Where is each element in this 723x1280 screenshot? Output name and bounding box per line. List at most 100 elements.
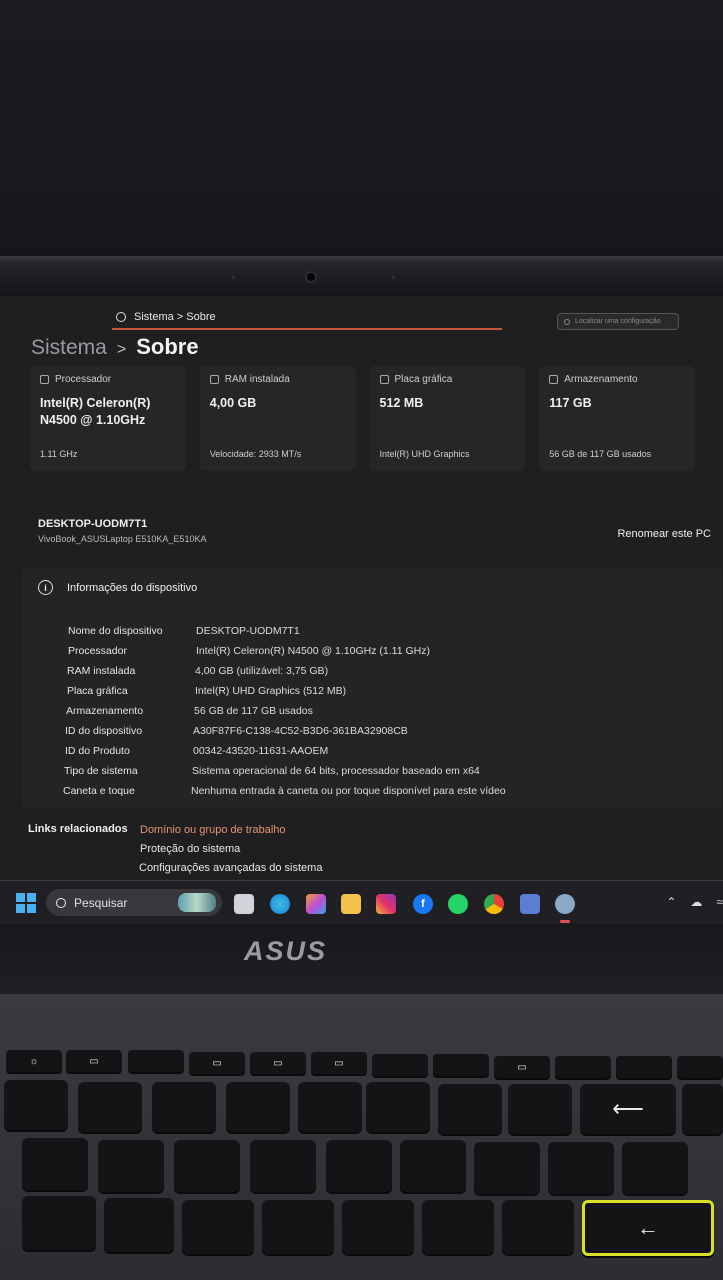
spec-value: 4,00 GB (utilizável: 3,75 GB) <box>195 665 329 677</box>
key-p <box>400 1140 466 1192</box>
spec-value: Sistema operacional de 64 bits, processa… <box>192 765 480 777</box>
key-h <box>104 1198 174 1252</box>
settings-window: Sistema > Sobre Localizar uma configuraç… <box>0 296 723 886</box>
search-icon <box>116 312 126 322</box>
spec-label: Placa gráfica <box>67 685 128 697</box>
breadcrumb-parent[interactable]: Sistema <box>31 336 107 360</box>
key-prtsc: ▭ <box>494 1056 550 1078</box>
key-i <box>250 1140 316 1192</box>
spec-row: Tipo de sistema Sistema operacional de 64… <box>62 761 506 781</box>
screen-bezel <box>0 256 723 296</box>
key-u <box>174 1140 240 1192</box>
device-info-panel: i Informações do dispositivo Nome do dis… <box>22 568 722 808</box>
key-f9: ▭ <box>250 1052 306 1074</box>
key-plus <box>682 1084 723 1134</box>
card-footer: Velocidade: 2933 MT/s <box>209 449 302 459</box>
asus-logo: ASUS <box>244 936 328 966</box>
spec-label: ID do Produto <box>65 745 130 757</box>
settings-search-input[interactable]: Sistema > Sobre <box>112 306 502 330</box>
link-system-protection[interactable]: Proteção do sistema <box>140 843 240 855</box>
link-domain-workgroup[interactable]: Domínio ou grupo de trabalho <box>140 824 286 836</box>
edge-icon[interactable] <box>270 894 290 914</box>
card-processor: Processador Intel(R) Celeron(R) N4500 @ … <box>30 366 186 471</box>
card-title: Processador <box>55 374 112 385</box>
laptop-hinge: ASUS <box>0 924 723 994</box>
chevron-up-icon[interactable]: ⌃ <box>666 895 676 909</box>
instagram-icon[interactable] <box>376 894 396 914</box>
taskbar-search-label: Pesquisar <box>74 895 128 910</box>
key-l <box>342 1200 414 1254</box>
page-title: Sobre <box>136 334 199 359</box>
key-insert <box>555 1056 611 1078</box>
card-title: Placa gráfica <box>394 374 453 385</box>
spec-row: RAM instalada 4,00 GB (utilizável: 3,75 G… <box>62 661 506 681</box>
spec-row: Nome do dispositivo DESKTOP-UODM7T1 <box>62 621 506 641</box>
card-value: 4,00 GB <box>209 396 257 410</box>
spec-value: A30F87F6-C138-4C52-B3D6-361BA32908CB <box>193 725 408 737</box>
facebook-icon[interactable]: f <box>413 894 433 914</box>
chevron-right-icon: > <box>116 341 127 358</box>
find-setting-placeholder: Localizar uma configuração <box>575 318 661 325</box>
key-f5: ☼ <box>6 1050 62 1072</box>
spec-label: Processador <box>68 645 127 657</box>
card-footer: 1.11 GHz <box>40 449 78 459</box>
chrome-icon[interactable] <box>484 894 504 914</box>
card-title: RAM instalada <box>224 374 290 385</box>
task-view-icon[interactable] <box>234 894 254 914</box>
system-tray: ⌃ ☁ ≈ <box>666 895 723 909</box>
key-backspace: ⟵ <box>580 1084 676 1134</box>
key-0 <box>366 1082 430 1132</box>
active-app-indicator <box>560 920 570 923</box>
key-f8: ▭ <box>189 1052 245 1074</box>
card-footer: Intel(R) UHD Graphics <box>379 449 470 459</box>
key-5 <box>4 1080 68 1130</box>
key-tilde <box>502 1200 574 1254</box>
key-f12 <box>433 1054 489 1076</box>
card-value: 512 MB <box>379 396 424 410</box>
search-highlight-art <box>178 893 216 912</box>
key-t <box>22 1138 88 1190</box>
key-delete <box>616 1056 672 1078</box>
windows-start-icon[interactable] <box>16 893 36 913</box>
key-home <box>677 1056 723 1078</box>
card-graphics: Placa gráfica 512 MB Intel(R) UHD Graphi… <box>369 366 526 471</box>
storage-icon <box>549 375 559 384</box>
spec-cards: Processador Intel(R) Celeron(R) N4500 @ … <box>30 366 695 471</box>
key-y <box>98 1140 164 1192</box>
card-ram: RAM instalada 4,00 GB Velocidade: 2933 M… <box>199 366 356 471</box>
key-6 <box>78 1082 142 1132</box>
spec-row: Armazenamento 56 GB de 117 GB usados <box>62 701 506 721</box>
sensor-dot <box>232 276 235 279</box>
pc-model: VivoBook_ASUSLaptop E510KA_E510KA <box>38 534 207 544</box>
breadcrumb: Sistema > Sobre <box>31 334 199 360</box>
key-cedilla <box>422 1200 494 1254</box>
spec-row: Placa gráfica Intel(R) UHD Graphics (512 … <box>62 681 506 701</box>
whatsapp-icon[interactable] <box>448 894 468 914</box>
find-setting-field[interactable]: Localizar uma configuração <box>557 313 679 330</box>
settings-gear-icon[interactable] <box>555 894 575 914</box>
key-k <box>262 1200 334 1254</box>
wifi-icon[interactable]: ≈ <box>716 895 723 909</box>
spec-row: Caneta e toque Nenhuma entrada à caneta o… <box>62 781 506 801</box>
rename-pc-button[interactable]: Renomear este PC <box>617 528 711 540</box>
file-explorer-icon[interactable] <box>341 894 361 914</box>
link-advanced-settings[interactable]: Configurações avançadas do sistema <box>139 862 322 874</box>
app-icon[interactable] <box>520 894 540 914</box>
spec-row: ID do Produto 00342-43520-11631-AAOEM <box>62 741 506 761</box>
key-9 <box>298 1082 362 1132</box>
key-minus <box>438 1084 502 1134</box>
taskbar: Pesquisar f ⌃ ☁ ≈ <box>0 880 723 924</box>
pc-identity: DESKTOP-UODM7T1 VivoBook_ASUSLaptop E510… <box>38 518 206 544</box>
spec-label: Tipo de sistema <box>64 765 138 777</box>
info-icon: i <box>38 580 53 595</box>
key-f11 <box>372 1054 428 1076</box>
onedrive-icon[interactable]: ☁ <box>690 895 702 909</box>
spec-value: DESKTOP-UODM7T1 <box>196 625 300 637</box>
search-icon <box>564 318 570 325</box>
spec-label: Caneta e toque <box>63 785 135 797</box>
taskbar-search[interactable]: Pesquisar <box>46 889 222 916</box>
copilot-icon[interactable] <box>306 894 326 914</box>
spec-value: 56 GB de 117 GB usados <box>194 705 313 717</box>
device-info-header[interactable]: i Informações do dispositivo <box>38 580 197 595</box>
key-acute <box>474 1142 540 1194</box>
